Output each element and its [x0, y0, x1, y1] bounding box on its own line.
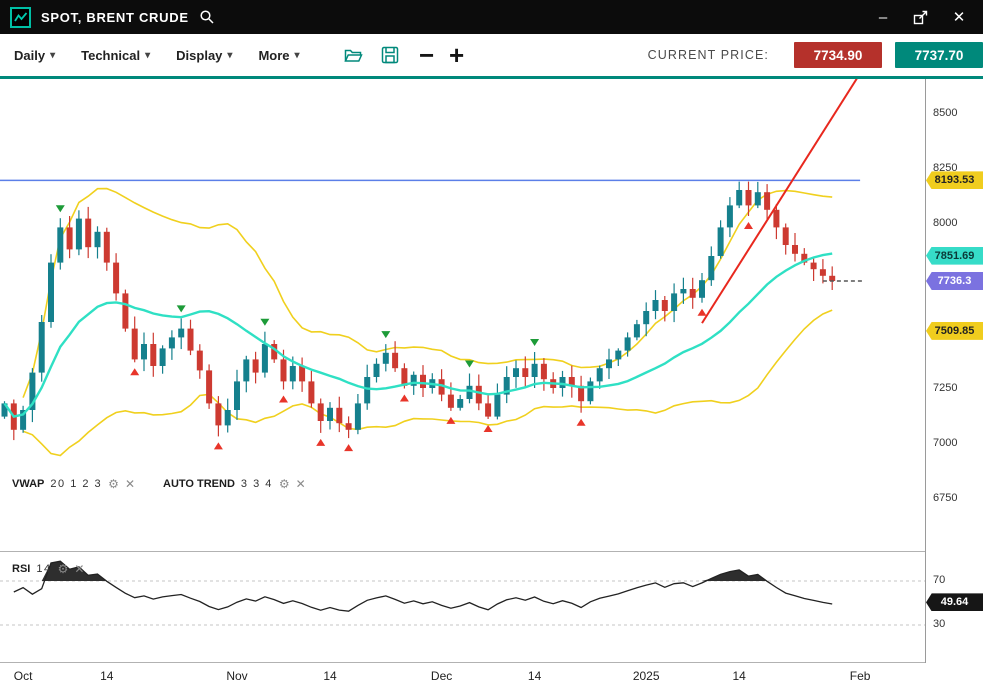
save-icon[interactable]	[376, 41, 404, 69]
search-icon[interactable]	[199, 9, 215, 25]
current-price-label: CURRENT PRICE:	[648, 48, 769, 62]
toolbar: Daily ▾ Technical ▾ Display ▾ More ▾ − +…	[0, 34, 983, 79]
price-axis[interactable]: 850082508000775075007250700067508193.537…	[925, 79, 983, 663]
price-axis-label: 7250	[933, 381, 957, 395]
more-menu-label: More	[258, 48, 289, 63]
rsi-pane[interactable]: RSI 14 ⚙ ✕	[0, 551, 925, 663]
current-price-group: CURRENT PRICE: 7734.90 7737.70	[648, 42, 983, 68]
price-badge: 8193.53	[926, 171, 983, 189]
auto-trend-settings-icon[interactable]: ⚙	[279, 477, 290, 491]
time-axis-label: Dec	[431, 669, 452, 683]
rsi-value-badge: 49.64	[926, 593, 983, 611]
rsi-settings-icon[interactable]: ⚙	[58, 562, 69, 576]
auto-trend-params: 3 3 4	[241, 478, 273, 490]
rsi-axis-label: 30	[933, 617, 945, 631]
time-axis-label: 14	[100, 669, 113, 683]
chart-area[interactable]: VWAP 20 1 2 3 ⚙ ✕ AUTO TREND 3 3 4 ⚙ ✕ R…	[0, 79, 925, 689]
time-axis-label: 14	[528, 669, 541, 683]
time-axis-label: 2025	[633, 669, 660, 683]
rsi-label: RSI	[12, 563, 30, 575]
chevron-down-icon: ▾	[145, 50, 150, 61]
display-menu[interactable]: Display ▾	[176, 48, 232, 63]
indicator-legend: VWAP 20 1 2 3 ⚙ ✕ AUTO TREND 3 3 4 ⚙ ✕	[12, 477, 306, 491]
rsi-params: 14	[36, 563, 51, 575]
chevron-down-icon: ▾	[50, 50, 55, 61]
auto-trend-label: AUTO TREND	[163, 478, 235, 490]
chevron-down-icon: ▾	[295, 50, 300, 61]
timeframe-menu[interactable]: Daily ▾	[14, 48, 55, 63]
vwap-settings-icon[interactable]: ⚙	[108, 477, 119, 491]
symbol-title: SPOT, BRENT CRUDE	[41, 10, 189, 25]
time-axis-label: 14	[733, 669, 746, 683]
app-logo-icon	[10, 7, 31, 28]
price-axis-label: 8500	[933, 106, 957, 120]
price-badge: 7736.3	[926, 272, 983, 290]
titlebar: SPOT, BRENT CRUDE – ✕	[0, 0, 983, 34]
zoom-in-button[interactable]: +	[442, 42, 472, 68]
rsi-legend: RSI 14 ⚙ ✕	[12, 562, 84, 576]
vwap-params: 20 1 2 3	[50, 478, 102, 490]
ask-price-badge: 7737.70	[895, 42, 983, 68]
display-menu-label: Display	[176, 48, 222, 63]
technical-menu[interactable]: Technical ▾	[81, 48, 150, 63]
open-folder-icon[interactable]	[340, 41, 368, 69]
minimize-button[interactable]: –	[869, 3, 897, 31]
vwap-remove-icon[interactable]: ✕	[125, 477, 135, 491]
price-chart-canvas[interactable]	[0, 79, 925, 535]
time-axis[interactable]: Oct 14 Nov 14 Dec 14 2025 14 Feb	[0, 663, 925, 689]
price-axis-label: 6750	[933, 491, 957, 505]
timeframe-menu-label: Daily	[14, 48, 45, 63]
zoom-out-button[interactable]: −	[412, 42, 442, 68]
price-badge: 7851.69	[926, 247, 983, 265]
time-axis-label: Nov	[226, 669, 247, 683]
price-axis-label: 7000	[933, 436, 957, 450]
chart-workspace: VWAP 20 1 2 3 ⚙ ✕ AUTO TREND 3 3 4 ⚙ ✕ R…	[0, 79, 983, 689]
price-axis-label: 8000	[933, 216, 957, 230]
chevron-down-icon: ▾	[227, 50, 232, 61]
time-axis-label: Oct	[14, 669, 33, 683]
bid-price-badge: 7734.90	[794, 42, 882, 68]
rsi-axis-label: 70	[933, 573, 945, 587]
vwap-label: VWAP	[12, 478, 44, 490]
popout-icon[interactable]	[907, 3, 935, 31]
time-axis-label: 14	[323, 669, 336, 683]
rsi-canvas[interactable]	[0, 552, 925, 662]
close-button[interactable]: ✕	[945, 3, 973, 31]
more-menu[interactable]: More ▾	[258, 48, 299, 63]
auto-trend-remove-icon[interactable]: ✕	[296, 477, 306, 491]
price-chart[interactable]: VWAP 20 1 2 3 ⚙ ✕ AUTO TREND 3 3 4 ⚙ ✕	[0, 79, 925, 535]
technical-menu-label: Technical	[81, 48, 140, 63]
time-axis-label: Feb	[850, 669, 871, 683]
price-badge: 7509.85	[926, 322, 983, 340]
rsi-remove-icon[interactable]: ✕	[74, 562, 84, 576]
